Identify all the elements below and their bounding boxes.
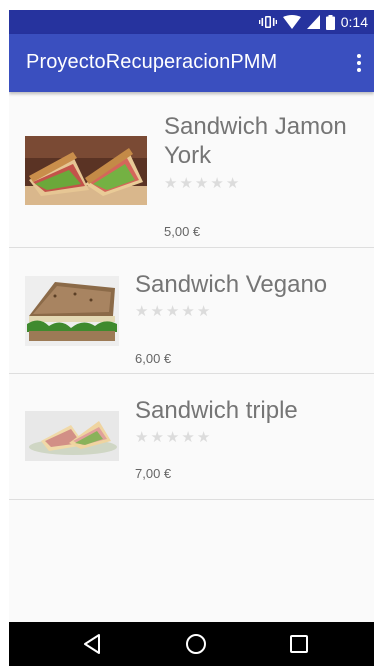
rating-stars[interactable]: ★ ★ ★ ★ ★ bbox=[135, 304, 210, 320]
status-icons: 0:14 bbox=[258, 13, 368, 31]
recents-icon[interactable] bbox=[287, 632, 311, 656]
app-screen: 0:14 ProyectoRecuperacionPMM Sandwich Ja… bbox=[9, 10, 374, 666]
back-icon[interactable] bbox=[80, 632, 104, 656]
star-icon: ★ bbox=[210, 175, 224, 192]
star-icon: ★ bbox=[181, 303, 195, 320]
overflow-menu-button[interactable] bbox=[352, 49, 366, 77]
product-list: Sandwich Jamon York ★ ★ ★ ★ ★ 5,00 € San… bbox=[9, 93, 374, 500]
app-title: ProyectoRecuperacionPMM bbox=[26, 51, 278, 73]
product-price: 6,00 € bbox=[135, 351, 172, 366]
vibrate-icon bbox=[258, 16, 277, 28]
star-icon: ★ bbox=[225, 175, 240, 192]
product-price: 5,00 € bbox=[164, 224, 201, 239]
overflow-menu-icon bbox=[357, 54, 361, 58]
star-icon: ★ bbox=[135, 303, 149, 320]
product-name: Sandwich Jamon York bbox=[164, 113, 347, 169]
star-icon: ★ bbox=[164, 175, 178, 192]
sandwich-triple-photo bbox=[25, 411, 119, 461]
star-icon: ★ bbox=[165, 303, 180, 320]
star-icon: ★ bbox=[194, 175, 209, 192]
product-price: 7,00 € bbox=[135, 466, 172, 481]
battery-icon bbox=[325, 14, 335, 30]
list-item[interactable]: Sandwich triple ★ ★ ★ ★ ★ 7,00 € bbox=[9, 374, 374, 500]
star-icon: ★ bbox=[165, 429, 180, 446]
star-icon: ★ bbox=[135, 429, 149, 446]
list-item[interactable]: Sandwich Vegano ★ ★ ★ ★ ★ 6,00 € bbox=[9, 248, 374, 374]
rating-stars[interactable]: ★ ★ ★ ★ ★ bbox=[135, 430, 210, 446]
star-icon: ★ bbox=[179, 175, 193, 192]
star-icon: ★ bbox=[150, 303, 164, 320]
wifi-icon bbox=[282, 15, 301, 29]
status-time: 0:14 bbox=[340, 14, 368, 30]
product-name: Sandwich triple bbox=[135, 397, 298, 424]
navigation-bar bbox=[9, 622, 374, 666]
star-icon: ★ bbox=[150, 429, 164, 446]
rating-stars[interactable]: ★ ★ ★ ★ ★ bbox=[164, 176, 239, 192]
status-bar: 0:14 bbox=[9, 10, 374, 34]
signal-icon bbox=[306, 15, 320, 29]
list-item[interactable]: Sandwich Jamon York ★ ★ ★ ★ ★ 5,00 € bbox=[9, 93, 374, 248]
star-icon: ★ bbox=[196, 303, 211, 320]
star-icon: ★ bbox=[196, 429, 211, 446]
product-name: Sandwich Vegano bbox=[135, 271, 328, 298]
sandwich-ham-photo bbox=[25, 136, 147, 205]
sandwich-vegan-photo bbox=[25, 276, 119, 346]
home-icon[interactable] bbox=[184, 632, 208, 656]
star-icon: ★ bbox=[181, 429, 195, 446]
app-bar: ProyectoRecuperacionPMM bbox=[9, 34, 374, 92]
